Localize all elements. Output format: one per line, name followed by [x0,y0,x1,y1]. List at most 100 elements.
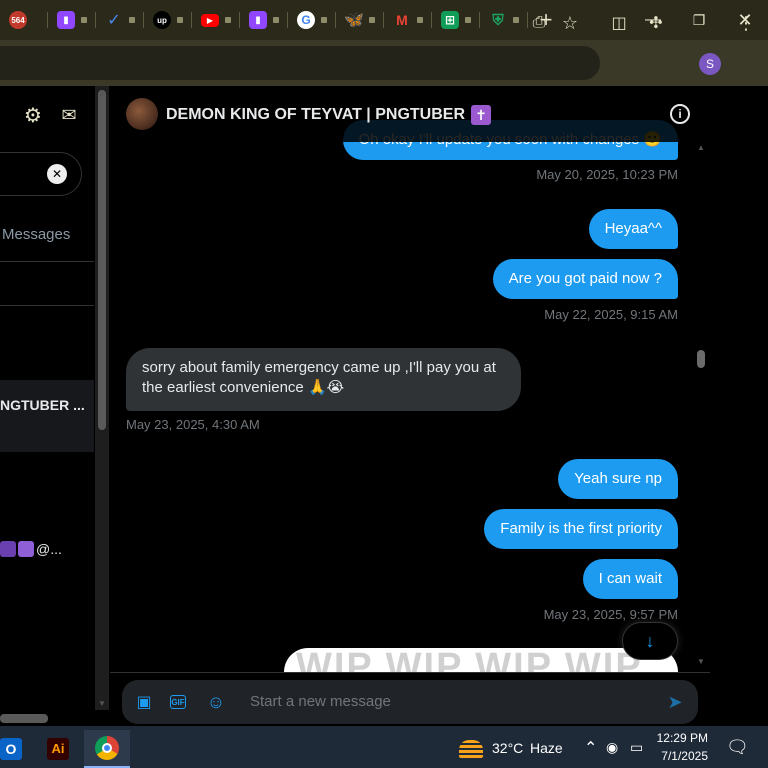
illustrator-app-button[interactable]: Ai [35,730,81,768]
message-timestamp: May 20, 2025, 10:23 PM [536,167,678,182]
tab-discord[interactable]: 564 [0,0,48,40]
new-message-icon[interactable]: ✉ [58,104,80,126]
scroll-to-bottom-button[interactable]: ↓ [622,622,678,660]
send-icon[interactable]: ➤ [664,692,686,712]
message-bubble-sent[interactable]: Yeah sure np [558,459,678,499]
system-tray-chevron-icon[interactable]: ⌃ [584,738,597,758]
preview-text: @... [36,541,62,557]
scrollbar-thumb[interactable] [98,90,106,430]
upwork-icon: up [153,11,171,29]
tab-title-stub [273,17,279,23]
scrollbar-thumb[interactable] [697,350,705,368]
conversation-name-text: DEMON KING OF TEYVAT | PNGTUBER [166,106,465,123]
avatar[interactable] [126,98,158,130]
gif-icon[interactable]: GIF [170,695,186,709]
tab-title-stub [417,17,423,23]
message-timestamp: May 23, 2025, 9:57 PM [543,607,678,622]
restore-button[interactable]: ❐ [676,0,722,40]
chrome-app-button[interactable] [84,730,130,768]
twitch-icon: ▮ [249,11,267,29]
tab-title-stub [129,17,135,23]
message-timestamp: May 22, 2025, 9:15 AM [544,307,678,322]
extensions-puzzle-icon[interactable]: ✣ [645,12,667,34]
browser-menu-icon[interactable]: ⋮ [735,12,757,34]
scroll-down-arrow-icon[interactable]: ▼ [696,658,706,666]
chrome-icon [95,736,119,760]
conversation-info-icon[interactable]: i [670,104,690,124]
tab-bluesky[interactable]: 🦋 [336,0,384,40]
tab-youtube[interactable]: ▶ [192,0,240,40]
illustrator-icon: Ai [47,738,69,760]
message-bubble-sent[interactable]: Heyaa^^ [588,209,678,249]
weather-icon[interactable] [452,730,490,768]
page-margin [710,86,768,726]
extension-camera-icon[interactable]: ◫ [608,12,630,34]
clock-date[interactable]: 7/1/2025 [652,749,708,763]
shield-extension-icon: ⛨ [492,11,504,29]
tab-shield[interactable]: ⛨ [480,0,528,40]
screen: 564 ▮ ✓ up ▶ ▮ G 🦋 M ⊞ ⛨ + — ❐ ✕ ⎙ ☆ ◫ ✣… [0,0,768,768]
tab-tasks[interactable]: ✓ [96,0,144,40]
discord-notification-icon: 564 [9,11,27,29]
gmail-icon: M [396,12,408,28]
horizontal-scrollbar-thumb[interactable] [0,714,48,723]
conversation-title: NGTUBER ... [0,397,85,413]
conversation-preview[interactable]: @... [0,541,62,557]
sheets-icon: ⊞ [441,11,459,29]
tab-title-stub [513,17,519,23]
tab-title-stub [321,17,327,23]
scroll-down-arrow-icon[interactable]: ▼ [97,700,107,708]
tab-title-stub [465,17,471,23]
tab-twitch-2[interactable]: ▮ [240,0,288,40]
youtube-icon: ▶ [201,13,219,27]
messages-tab[interactable]: Messages [2,226,70,243]
tab-upwork[interactable]: up [144,0,192,40]
tab-twitch[interactable]: ▮ [48,0,96,40]
settings-gear-icon[interactable]: ⚙ [22,104,44,127]
galaxy-emoji-icon [0,541,16,557]
message-line: sorry about family emergency came up ,I'… [142,359,496,376]
tab-title-stub [225,17,231,23]
address-bar[interactable] [0,46,600,80]
message-bubble-sent[interactable]: I can wait [582,559,678,599]
bookmark-star-icon[interactable]: ☆ [559,12,581,34]
install-app-icon[interactable]: ⎙ [528,12,550,34]
message-bubble-sent[interactable]: Are you got paid now ? [492,259,678,299]
conversation-scrollbar[interactable] [694,142,708,670]
tab-title-stub [81,17,87,23]
outlook-icon: O [0,738,22,760]
outlook-app-button[interactable]: O [0,730,34,768]
message-input[interactable]: Start a new message [250,693,391,710]
tab-google[interactable]: G [288,0,336,40]
browser-toolbar [0,40,768,86]
conversation-item-selected[interactable] [0,380,94,452]
notifications-icon[interactable]: 🗨 [726,737,749,758]
image-upload-icon[interactable]: ▣ [134,692,154,712]
tab-gmail[interactable]: M [384,0,432,40]
tab-sheets[interactable]: ⊞ [432,0,480,40]
profile-avatar[interactable]: S [699,53,721,75]
yin-yang-emoji-icon [18,541,34,557]
conversation-name[interactable]: DEMON KING OF TEYVAT | PNGTUBER ✝ [166,105,491,125]
message-bubble-sent[interactable]: Family is the first priority [484,509,678,549]
cross-icon: ✝ [471,105,491,125]
sidebar-scrollbar[interactable] [95,86,109,710]
image-attachment[interactable]: WIP WIP WIP WIP [284,648,678,672]
tab-title-stub [369,17,375,23]
temperature[interactable]: 32°C [492,740,523,756]
google-icon: G [297,11,315,29]
camera-tray-icon[interactable]: ◉ [606,739,618,756]
message-bubble-received[interactable]: sorry about family emergency came up ,I'… [126,348,521,411]
scroll-up-arrow-icon[interactable]: ▲ [696,144,706,152]
tab-title-stub [177,17,183,23]
emoji-icon[interactable]: ☺ [206,692,226,712]
clear-search-icon[interactable]: ✕ [47,164,67,184]
clock-time[interactable]: 12:29 PM [652,731,708,745]
task-check-icon: ✓ [107,12,121,29]
weather-condition[interactable]: Haze [530,740,563,756]
bluesky-icon: 🦋 [344,12,364,29]
scroll-up-arrow-icon[interactable]: ▲ [97,90,107,98]
search-input[interactable] [0,152,82,196]
network-tray-icon[interactable]: ▭ [630,739,643,756]
divider [0,261,94,262]
